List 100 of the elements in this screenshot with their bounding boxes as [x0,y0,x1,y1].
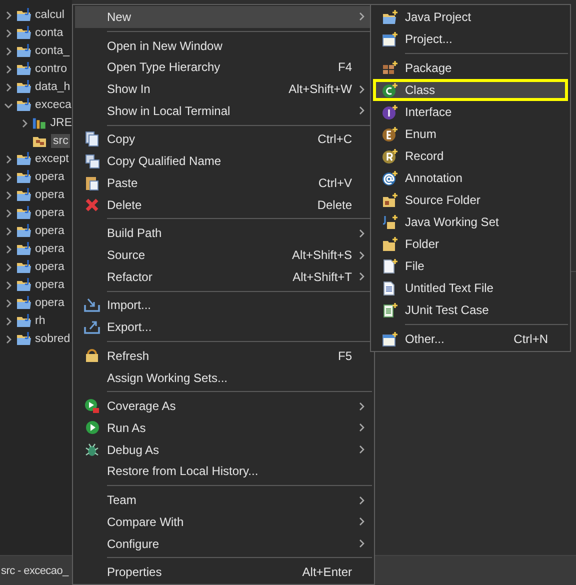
menu-item[interactable]: Package [373,57,568,79]
project-folder-icon [16,332,32,346]
menu-item[interactable]: Import... [75,294,372,316]
project-folder-icon [16,152,32,166]
menu-item[interactable]: Class [373,79,568,101]
chevron-down-icon[interactable] [4,100,13,110]
project-folder-icon [16,260,32,274]
project-folder-icon [16,98,32,112]
tree-item[interactable]: opera [35,261,64,273]
menu-item[interactable]: Assign Working Sets... [75,366,372,388]
tree-item[interactable]: opera [35,279,64,291]
menu-item[interactable]: Java Working Set [373,211,568,233]
menu-item[interactable]: Properties Alt+Enter [75,561,372,584]
tree-item[interactable]: exceca [35,99,72,111]
tree-item[interactable]: conta [35,27,64,39]
tree-item[interactable]: sobred [35,333,70,345]
menu-item[interactable]: Project... [373,28,568,50]
menu-item[interactable]: Folder [373,233,568,255]
menu-item[interactable]: Record [373,145,568,167]
test-file-icon [382,302,398,318]
menu-item[interactable]: Enum [373,123,568,145]
tree-item[interactable]: opera [35,189,64,201]
menu-item[interactable]: Refactor Alt+Shift+T [75,266,372,288]
menu-item[interactable]: Show In Alt+Shift+W [75,78,372,100]
project-folder-icon [16,8,32,22]
project-folder-icon [16,206,32,220]
project-folder-icon [16,224,32,238]
menu-item[interactable]: Debug As [75,438,372,461]
tree-item[interactable]: JRE [50,117,72,129]
tree-item[interactable]: contro [35,63,67,75]
package-folder-icon [32,134,48,148]
menu-item[interactable]: Other... Ctrl+N [373,328,568,350]
menu-item[interactable]: Restore from Local History... [75,460,372,482]
menu-item[interactable]: Export... [75,316,372,338]
project-folder-icon [16,80,32,94]
export-icon [84,320,100,334]
project-folder-icon [16,314,32,328]
menu-item[interactable]: Show in Local Terminal [75,100,372,122]
menu-item[interactable]: Compare With [75,510,372,533]
tree-item[interactable]: src [51,134,70,148]
menu-item[interactable]: Paste Ctrl+V [75,172,372,194]
coverage-icon [84,398,100,414]
class-icon [382,82,398,98]
import-icon [84,298,100,312]
menu-item[interactable]: Untitled Text File [373,277,568,299]
tree-item[interactable]: calcul [35,9,64,21]
menu-item[interactable]: Coverage As [75,395,372,418]
new-project-folder-icon [382,9,398,25]
new-folder-icon [382,236,398,252]
chevron-right-icon[interactable] [20,118,29,128]
books-icon [32,116,48,130]
menu-item[interactable]: Delete Delete [75,194,372,216]
tree-item[interactable]: opera [35,225,64,237]
menu-item[interactable]: Interface [373,101,568,123]
tree-item[interactable]: opera [35,243,64,255]
menu-item[interactable]: Java Project [373,6,568,28]
tree-item[interactable]: data_h [35,81,70,93]
package-icon [382,60,398,76]
menu-item[interactable]: Open in New Window [75,34,372,56]
menu-item[interactable]: Refresh F5 [75,344,372,367]
tree-item[interactable]: opera [35,207,64,219]
project-folder-icon [16,170,32,184]
copy-icon [85,131,99,148]
menu-item[interactable]: Source Folder [373,189,568,211]
new-window-icon [382,31,398,47]
annotation-icon [382,170,398,186]
menu-item[interactable]: Build Path [75,222,372,244]
menu-item[interactable]: JUnit Test Case [373,299,568,321]
menu-item[interactable]: Open Type Hierarchy F4 [75,56,372,78]
tree-item[interactable]: opera [35,297,64,309]
new-file-icon [382,258,398,274]
delete-icon [85,198,99,212]
menu-item[interactable]: Run As [75,417,372,439]
play-icon [84,420,100,436]
menu-item[interactable]: Source Alt+Shift+S [75,244,372,266]
menu-item[interactable]: Team [75,489,372,511]
project-folder-icon [16,296,32,310]
menu-item[interactable]: Copy Ctrl+C [75,128,372,150]
project-folder-icon [16,242,32,256]
menu-item[interactable]: Annotation [373,167,568,189]
project-folder-icon [16,62,32,76]
new-package-folder-icon [382,192,398,208]
tree-item[interactable]: conta_ [35,45,70,57]
menu-item[interactable]: Copy Qualified Name [75,150,372,172]
menu-item[interactable]: File [373,255,568,277]
tree-item[interactable]: rh [35,315,46,327]
new-window-icon [382,331,398,347]
project-folder-icon [16,44,32,58]
clipboard-icon [85,174,99,191]
bug-icon [84,442,100,458]
copy-icon [84,154,100,169]
working-set-icon [382,214,398,230]
tree-item[interactable]: except [35,153,69,165]
tree-item[interactable]: opera [35,171,64,183]
project-folder-icon [16,188,32,202]
enum-icon [382,126,398,142]
menu-item[interactable]: Configure [75,532,372,554]
menu-item[interactable]: New [75,6,372,28]
project-folder-icon [16,26,32,40]
status-text: src - excecao_ [1,564,68,576]
